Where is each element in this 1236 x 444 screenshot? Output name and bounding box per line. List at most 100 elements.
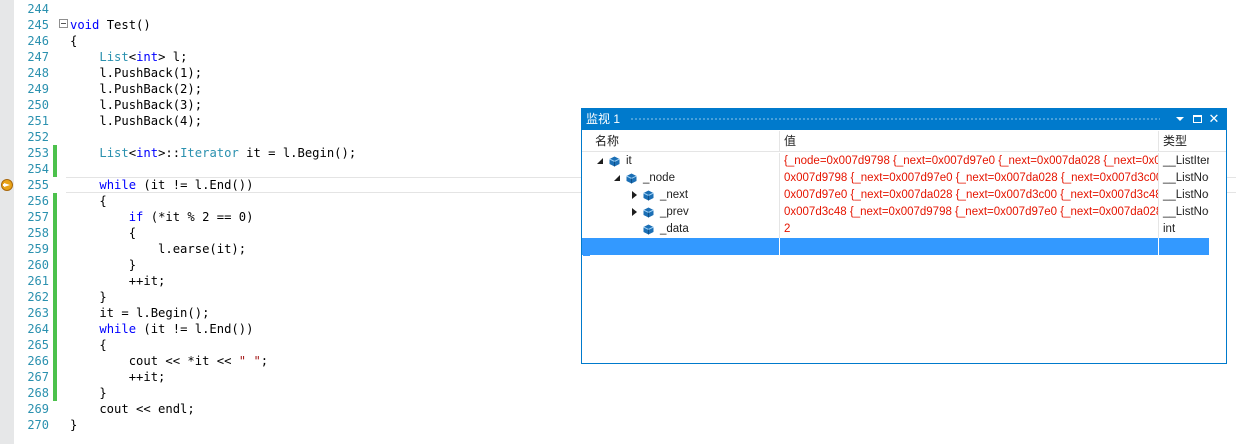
line-number: 268 <box>27 386 49 400</box>
code-token: l.PushBack(3); <box>70 98 203 112</box>
expand-arrow-icon[interactable] <box>632 191 637 199</box>
code-line[interactable]: 268 } <box>0 385 1236 401</box>
code-text[interactable]: ++it; <box>70 369 166 385</box>
watch-row[interactable] <box>582 238 1209 255</box>
close-button[interactable]: ✕ <box>1206 111 1222 127</box>
watch-name-text: _data <box>660 223 689 235</box>
watch-name-cell[interactable]: _prev <box>591 204 780 221</box>
line-number: 270 <box>27 418 49 432</box>
code-token: (it != l.End()) <box>136 178 254 192</box>
code-text[interactable]: { <box>70 337 106 353</box>
code-text[interactable]: cout << endl; <box>70 401 194 417</box>
code-text[interactable]: { <box>70 33 77 49</box>
code-text[interactable]: void Test() <box>70 17 151 33</box>
code-line[interactable]: 244 <box>0 1 1236 17</box>
code-text[interactable]: List<int>::Iterator it = l.Begin(); <box>70 145 356 161</box>
line-number: 267 <box>27 370 49 384</box>
code-text[interactable]: ++it; <box>70 273 166 289</box>
change-tracking-bar <box>53 353 57 369</box>
watch-name-cell[interactable]: _next <box>591 187 780 204</box>
change-tracking-bar <box>53 273 57 289</box>
collapse-arrow-icon[interactable] <box>597 158 603 164</box>
watch-row[interactable]: _data 2 int <box>582 221 1209 238</box>
title-bar-grip[interactable] <box>630 117 1160 122</box>
code-text[interactable]: { <box>70 193 106 209</box>
code-line[interactable]: 249 l.PushBack(2); <box>0 81 1236 97</box>
code-text[interactable]: } <box>70 257 136 273</box>
code-line[interactable]: 247 List<int> l; <box>0 49 1236 65</box>
change-tracking-bar <box>53 321 57 337</box>
maximize-button[interactable] <box>1189 111 1205 127</box>
change-tracking-bar <box>53 209 57 225</box>
code-text[interactable]: } <box>70 289 106 305</box>
code-text[interactable]: while (it != l.End()) <box>70 321 253 337</box>
line-number: 260 <box>27 258 49 272</box>
watch-value-cell[interactable]: 0x007d3c48 {_next=0x007d9798 {_next=0x00… <box>780 204 1159 221</box>
code-text[interactable]: l.PushBack(3); <box>70 97 202 113</box>
watch-name-cell[interactable]: it <box>591 153 780 170</box>
code-token: " " <box>238 354 261 368</box>
code-token: { <box>70 226 137 240</box>
code-token: } <box>70 418 78 432</box>
code-line[interactable]: 245 void Test() <box>0 17 1236 33</box>
change-tracking-bar <box>53 337 57 353</box>
column-header-value[interactable]: 值 <box>780 131 1159 152</box>
watch-row[interactable]: _node 0x007d9798 {_next=0x007d97e0 {_next… <box>582 170 1209 187</box>
code-line[interactable]: 269 cout << endl; <box>0 401 1236 417</box>
change-tracking-bar <box>53 225 57 241</box>
window-position-dropdown-button[interactable] <box>1172 111 1188 127</box>
column-header-name[interactable]: 名称 <box>591 131 780 152</box>
watch-row[interactable]: _next 0x007d97e0 {_next=0x007da028 {_next… <box>582 187 1209 204</box>
code-text[interactable]: l.earse(it); <box>70 241 246 257</box>
code-token: } <box>70 386 107 400</box>
code-text[interactable]: while (it != l.End()) <box>70 177 253 193</box>
watch-value-cell[interactable]: 0x007d97e0 {_next=0x007da028 {_next=0x00… <box>780 187 1159 204</box>
watch-type-cell: __ListNode<int> * <box>1163 206 1209 218</box>
watch-title-bar[interactable]: 监视 1 ✕ <box>582 109 1226 130</box>
line-number: 244 <box>27 2 49 16</box>
line-number: 245 <box>27 18 49 32</box>
code-text[interactable]: l.PushBack(4); <box>70 113 202 129</box>
field-cube-icon <box>626 173 637 184</box>
column-header-type[interactable]: 类型 <box>1159 131 1226 152</box>
code-text[interactable]: } <box>70 385 107 401</box>
field-cube-icon <box>609 156 620 167</box>
line-number: 246 <box>27 34 49 48</box>
code-token: List <box>99 50 129 64</box>
code-text[interactable]: l.PushBack(1); <box>70 65 202 81</box>
watch-name-cell[interactable]: _data <box>591 221 780 238</box>
watch-value-cell[interactable] <box>780 238 1159 255</box>
watch-name-cell[interactable]: _node <box>591 170 780 187</box>
code-text[interactable]: it = l.Begin(); <box>70 305 209 321</box>
line-number: 253 <box>27 146 49 160</box>
code-token: (it != l.End()) <box>136 322 254 336</box>
change-tracking-bar <box>53 113 57 129</box>
code-token: (*it % 2 == 0) <box>143 210 254 224</box>
code-token: { <box>70 34 78 48</box>
code-text[interactable]: { <box>70 225 136 241</box>
watch-value-cell[interactable]: 0x007d9798 {_next=0x007d97e0 {_next=0x00… <box>780 170 1159 187</box>
code-text[interactable]: l.PushBack(2); <box>70 81 202 97</box>
watch-value-cell[interactable]: 2 <box>780 221 1159 238</box>
code-text[interactable]: List<int> l; <box>70 49 187 65</box>
code-text[interactable]: if (*it % 2 == 0) <box>70 209 254 225</box>
expand-arrow-icon[interactable] <box>632 208 637 216</box>
code-token: ++it; <box>70 370 166 384</box>
watch-row[interactable]: it {_node=0x007d9798 {_next=0x007d97e0 {_… <box>582 153 1209 170</box>
code-line[interactable]: 248 l.PushBack(1); <box>0 65 1236 81</box>
code-line[interactable]: 270} <box>0 417 1236 433</box>
code-token: } <box>70 258 137 272</box>
watch-window[interactable]: 监视 1 ✕ 名称 值 类型 it {_node=0x007d9798 {_nex… <box>581 108 1227 364</box>
collapse-arrow-icon[interactable] <box>614 175 620 181</box>
code-line[interactable]: 246 { <box>0 33 1236 49</box>
watch-row[interactable]: _prev 0x007d3c48 {_next=0x007d9798 {_next… <box>582 204 1209 221</box>
code-line[interactable]: 267 ++it; <box>0 369 1236 385</box>
code-token: it = l.Begin(); <box>238 146 357 160</box>
code-token: < <box>128 146 137 160</box>
code-text[interactable]: cout << *it << " "; <box>70 353 268 369</box>
watch-name-cell[interactable] <box>591 238 780 255</box>
line-number: 259 <box>27 242 49 256</box>
watch-value-cell[interactable]: {_node=0x007d9798 {_next=0x007d97e0 {_ne… <box>780 153 1159 170</box>
code-text[interactable]: } <box>70 417 77 433</box>
code-token: l.PushBack(2); <box>70 82 203 96</box>
